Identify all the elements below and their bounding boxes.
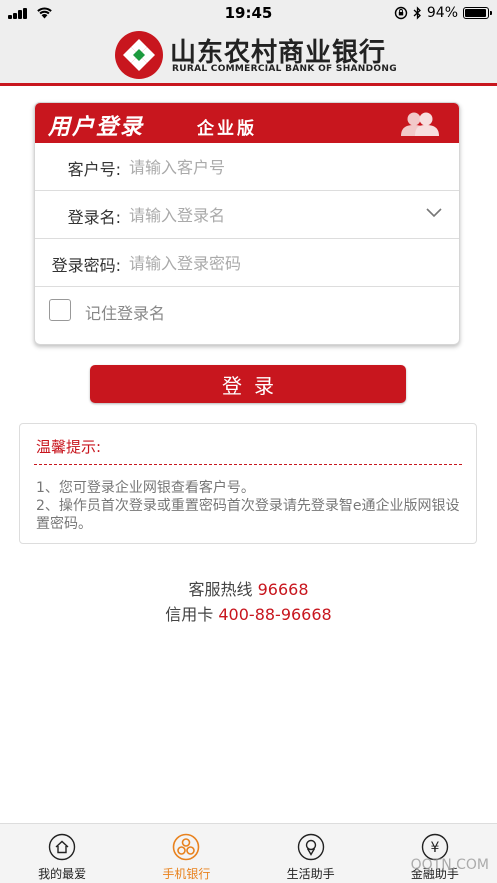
service-hotline: 客服热线 96668 — [0, 576, 497, 600]
chevron-down-icon[interactable] — [425, 207, 443, 219]
login-name-label: 登录名: — [67, 208, 121, 227]
users-icon — [401, 112, 439, 136]
login-name-row: 登录名: — [35, 191, 459, 239]
password-row: 登录密码: — [35, 239, 459, 287]
login-card: 用户登录 企业版 客户号: 登录名: 登录密码: 记住登录名 — [34, 102, 460, 345]
life-assistant-icon — [297, 833, 324, 861]
tips-title: 温馨提示: — [36, 438, 102, 456]
credit-card-number[interactable]: 400-88-96668 — [218, 605, 331, 624]
svg-text:¥: ¥ — [430, 840, 439, 856]
login-card-header: 用户登录 企业版 — [35, 103, 459, 143]
credit-card-hotline: 信用卡 400-88-96668 — [0, 601, 497, 625]
customer-no-row: 客户号: — [35, 143, 459, 191]
orientation-lock-icon — [394, 6, 408, 20]
credit-card-label: 信用卡 — [165, 605, 214, 624]
bank-logo-icon — [115, 31, 163, 79]
tips-body: 1、您可登录企业网银查看客户号。 2、操作员首次登录或重置密码首次登录请先登录智… — [36, 479, 466, 533]
battery-icon — [463, 7, 492, 19]
bank-name-en: RURAL COMMERCIAL BANK OF SHANDONG — [172, 64, 397, 74]
service-hotline-label: 客服热线 — [188, 580, 253, 599]
password-label: 登录密码: — [51, 256, 121, 275]
battery-percent: 94% — [426, 5, 458, 21]
remember-checkbox[interactable] — [49, 299, 71, 321]
password-input[interactable] — [129, 249, 419, 277]
tab-mobile-bank[interactable]: 手机银行 — [124, 824, 248, 883]
tab-finance-assistant[interactable]: ¥ 金融助手 — [373, 824, 497, 883]
tab-label: 手机银行 — [162, 867, 211, 881]
mobile-bank-icon — [173, 833, 200, 861]
tips-divider — [34, 464, 462, 465]
service-hotline-number[interactable]: 96668 — [258, 580, 309, 599]
tab-label: 生活助手 — [286, 867, 335, 881]
login-title: 用户登录 — [48, 115, 145, 140]
login-name-input[interactable] — [129, 201, 419, 229]
tab-favorites[interactable]: 我的最爱 — [0, 824, 124, 883]
tips-box: 温馨提示: 1、您可登录企业网银查看客户号。 2、操作员首次登录或重置密码首次登… — [19, 423, 477, 544]
remember-label[interactable]: 记住登录名 — [85, 300, 165, 324]
watermark: QQTN.COM — [410, 857, 489, 873]
home-icon — [48, 833, 76, 861]
bluetooth-icon — [413, 6, 421, 20]
customer-no-input[interactable] — [129, 153, 419, 181]
tab-bar: 我的最爱 手机银行 生活助手 ¥ 金融助手 — [0, 823, 497, 883]
status-bar: 19:45 94% — [0, 0, 497, 26]
remember-row: 记住登录名 — [35, 287, 459, 335]
login-button[interactable]: 登录 — [90, 365, 406, 403]
enterprise-edition-label: 企业版 — [197, 119, 257, 139]
battery-level — [465, 9, 486, 17]
customer-no-label: 客户号: — [67, 160, 121, 179]
tab-life-assistant[interactable]: 生活助手 — [249, 824, 373, 883]
tips-line-2: 2、操作员首次登录或重置密码首次登录请先登录智e通企业版网银设置密码。 — [36, 498, 460, 532]
app-header: 山东农村商业银行 RURAL COMMERCIAL BANK OF SHANDO… — [0, 26, 497, 86]
tips-line-1: 1、您可登录企业网银查看客户号。 — [36, 480, 255, 496]
tab-label: 我的最爱 — [38, 867, 87, 881]
